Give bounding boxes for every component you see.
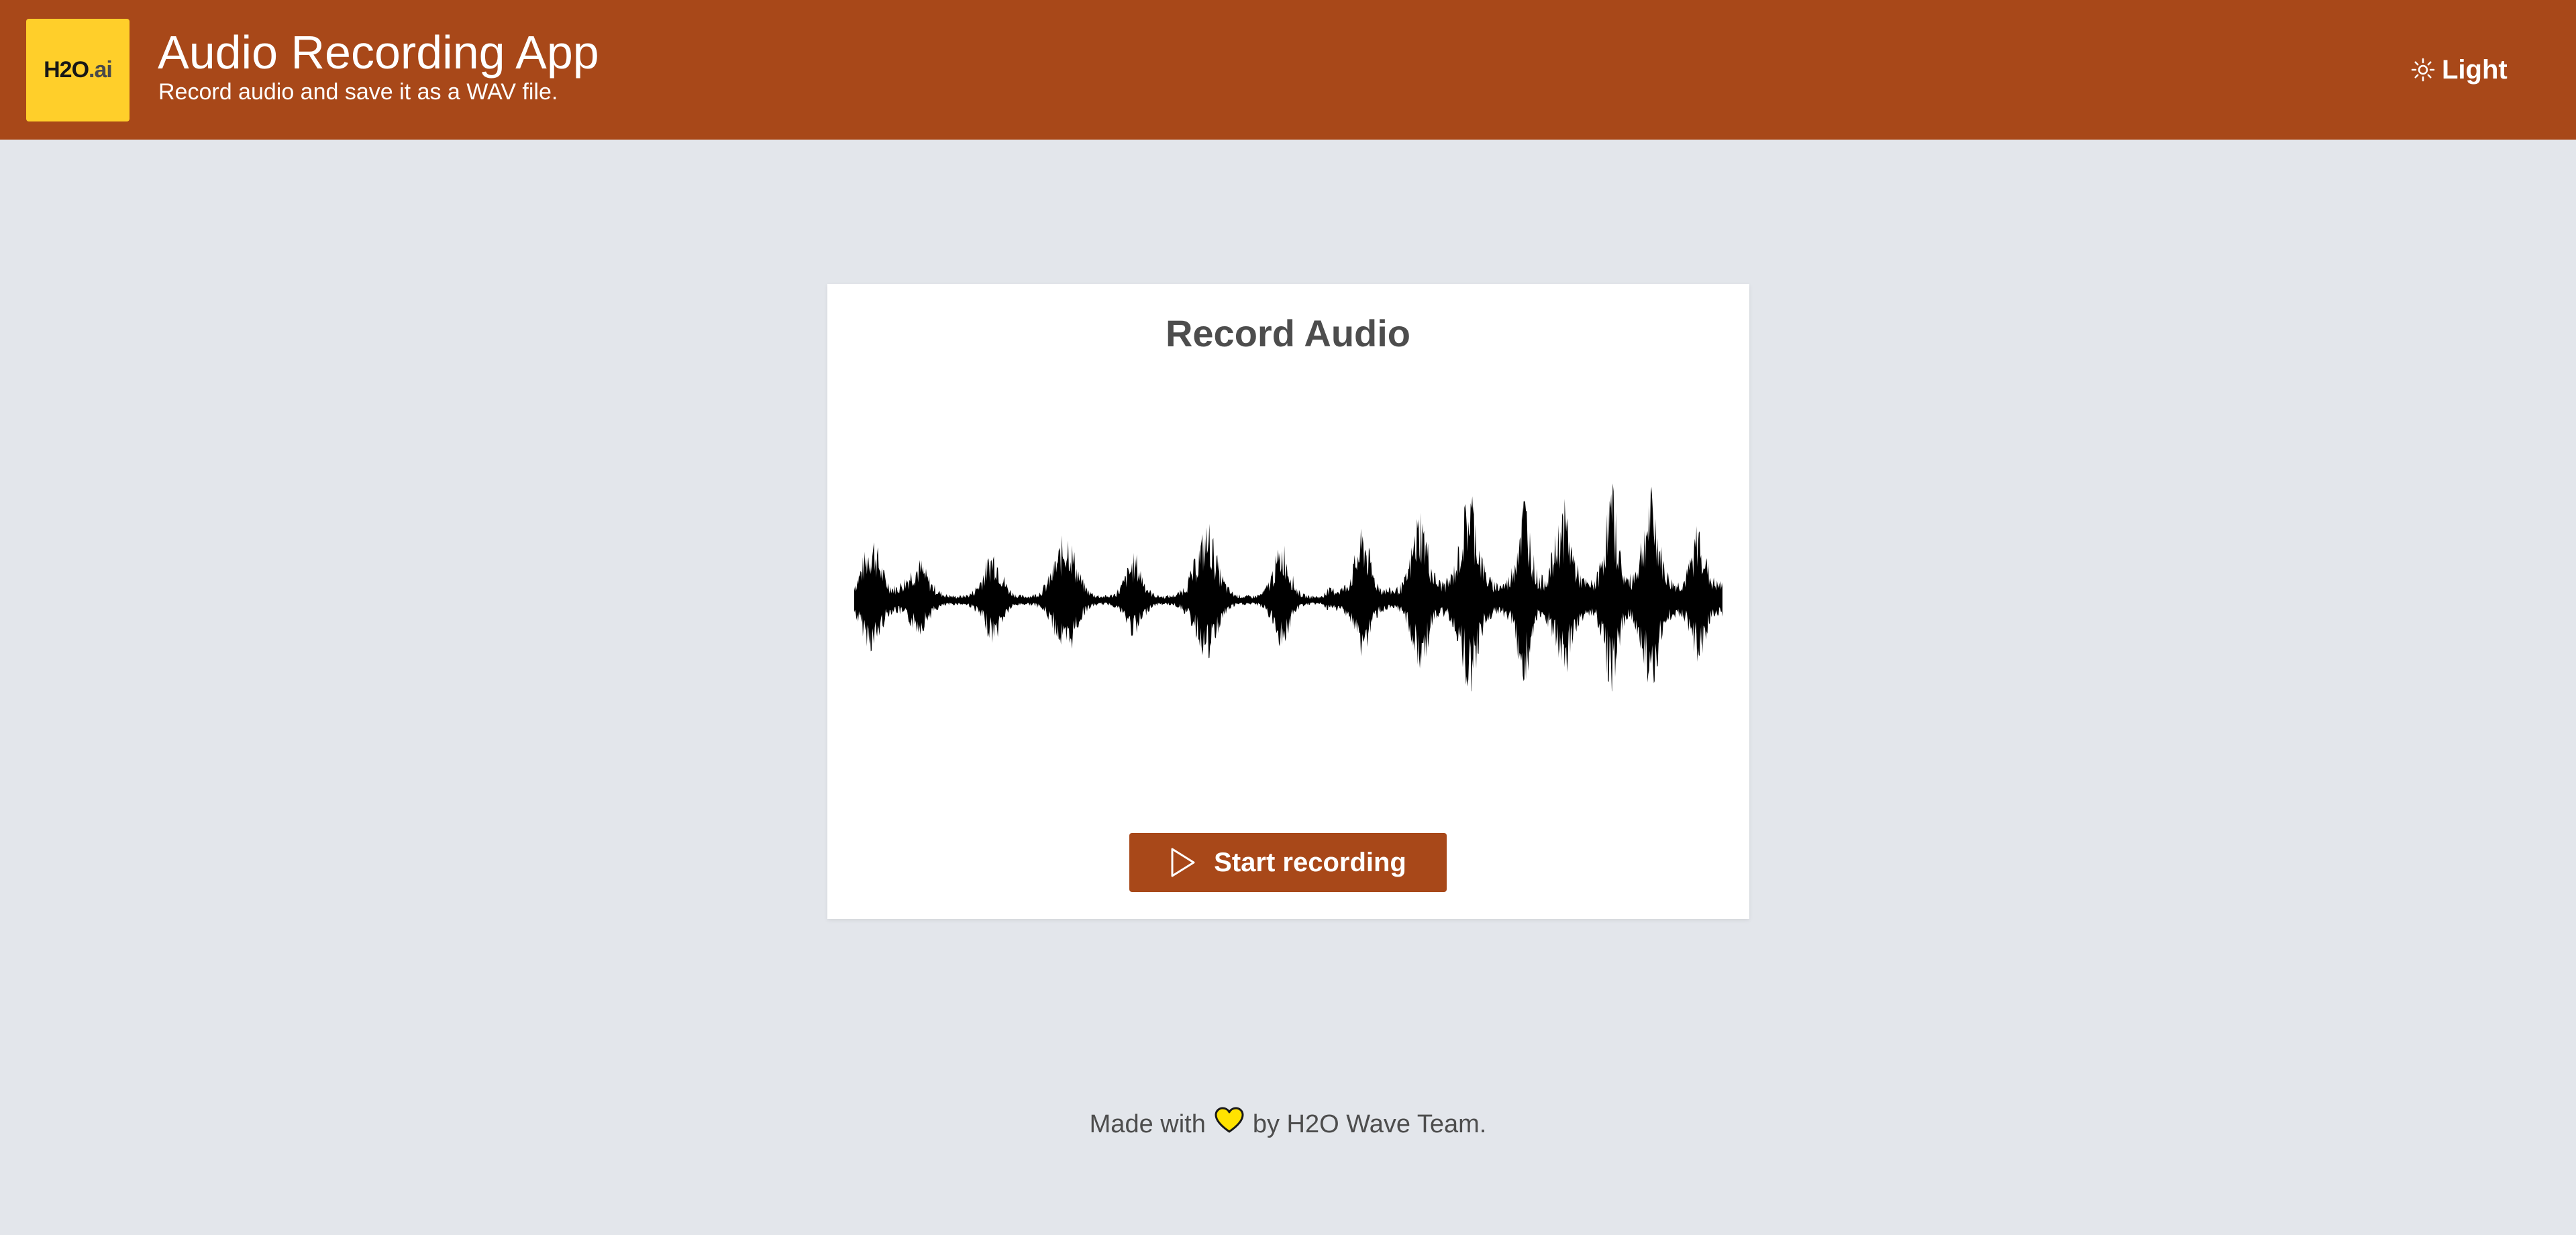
- start-recording-button[interactable]: Start recording: [1129, 833, 1447, 892]
- h2o-logo[interactable]: H2O .ai: [26, 19, 130, 121]
- logo-main-text: H2O: [44, 57, 89, 83]
- logo-sub-text: .ai: [89, 57, 113, 83]
- sun-icon: [2411, 58, 2435, 82]
- heart-icon: [1214, 1106, 1245, 1145]
- card-title: Record Audio: [1165, 312, 1411, 354]
- footer-text-before: Made with: [1089, 1110, 1206, 1138]
- app-header: H2O .ai Audio Recording App Record audio …: [0, 0, 2576, 140]
- footer-text-after: by H2O Wave Team.: [1252, 1110, 1487, 1138]
- app-subtitle: Record audio and save it as a WAV file.: [158, 79, 558, 105]
- theme-toggle-button[interactable]: Light: [2411, 52, 2508, 87]
- app-title: Audio Recording App: [158, 26, 599, 79]
- footer: Made with by H2O Wave Team.: [0, 1105, 2576, 1145]
- waveform-shape: [854, 483, 1722, 691]
- start-recording-label: Start recording: [1214, 847, 1406, 877]
- play-icon: [1170, 847, 1196, 878]
- theme-toggle-label: Light: [2442, 54, 2508, 85]
- audio-waveform: [854, 483, 1722, 691]
